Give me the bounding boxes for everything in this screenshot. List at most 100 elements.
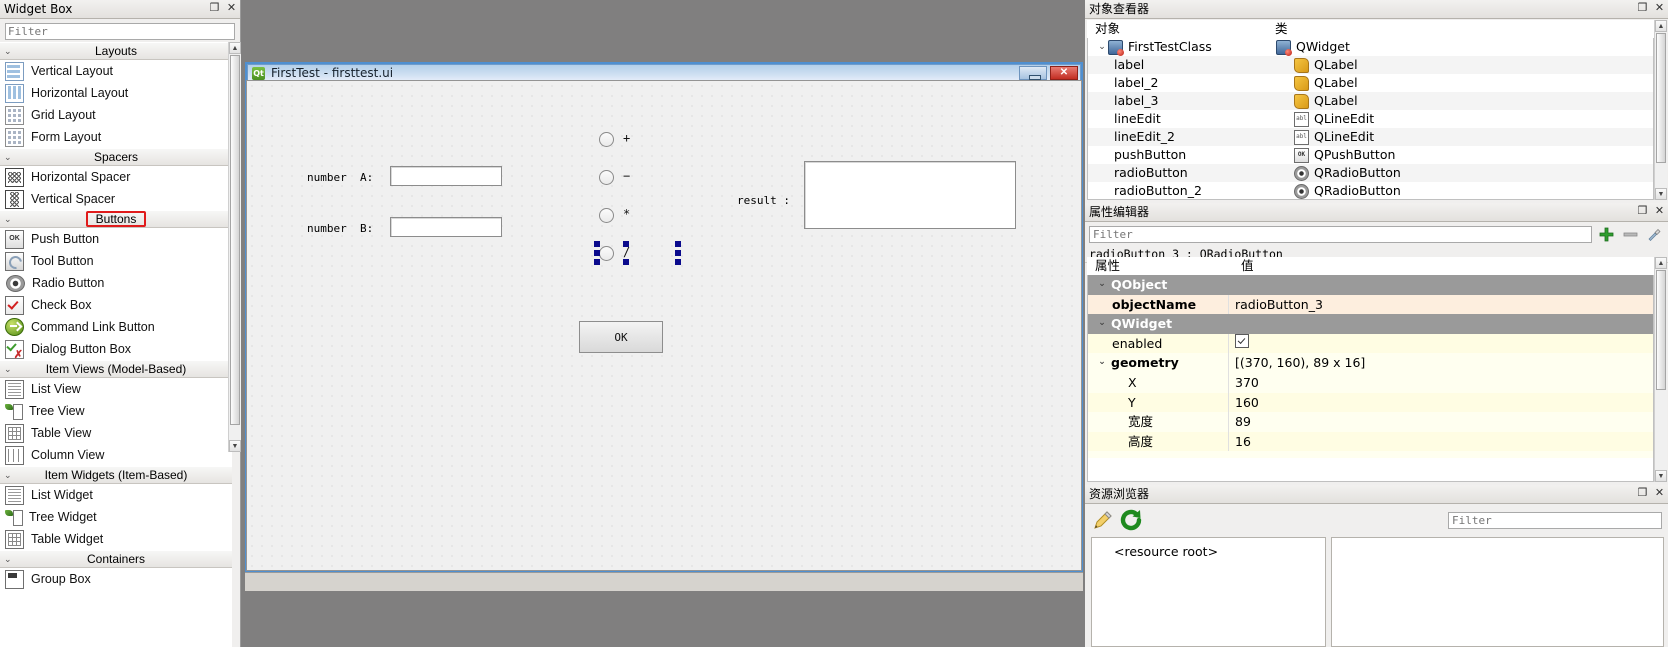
edit-resources-icon[interactable] — [1091, 508, 1115, 532]
object-row[interactable]: pushButton OK QPushButton — [1088, 146, 1653, 164]
object-row[interactable]: ⌄ FirstTestClass QWidget — [1088, 38, 1653, 56]
scroll-thumb[interactable] — [1656, 270, 1666, 390]
chevron-down-icon[interactable]: ⌄ — [1096, 275, 1108, 295]
scroll-up-arrow[interactable]: ▲ — [1655, 257, 1667, 269]
property-row[interactable]: Y 160 — [1088, 392, 1653, 413]
widget-item-tool-button[interactable]: Tool Button — [0, 250, 232, 272]
widget-item-tree-view[interactable]: Tree View — [0, 400, 232, 422]
selection-handle[interactable] — [594, 259, 600, 265]
scroll-thumb[interactable] — [230, 55, 240, 425]
selection-handle[interactable] — [675, 241, 681, 247]
widget-item-grid-layout[interactable]: Grid Layout — [0, 104, 232, 126]
property-row[interactable]: ⌄ QObject — [1088, 275, 1653, 295]
add-dynamic-property-button[interactable] — [1596, 225, 1616, 243]
radioButton_3[interactable] — [599, 208, 614, 223]
selection-handle[interactable] — [623, 241, 629, 247]
object-row[interactable]: lineEdit_2 abl QLineEdit — [1088, 128, 1653, 146]
enabled-checkbox[interactable] — [1235, 333, 1249, 348]
scroll-down-arrow[interactable]: ▼ — [1655, 470, 1667, 482]
property-row[interactable]: 高度 16 — [1088, 431, 1653, 452]
result-box[interactable] — [804, 161, 1016, 229]
radioButton_2[interactable] — [599, 170, 614, 185]
close-icon[interactable]: ✕ — [1654, 204, 1665, 217]
widget-item-form-layout[interactable]: Form Layout — [0, 126, 232, 148]
configure-button[interactable] — [1644, 225, 1664, 243]
property-filter[interactable] — [1089, 225, 1596, 243]
property-editor-scrollbar[interactable]: ▲ ▼ — [1654, 257, 1667, 482]
resource-filter[interactable] — [1448, 511, 1666, 529]
chevron-down-icon[interactable]: ⌄ — [1096, 314, 1108, 334]
property-row-partial[interactable] — [1088, 451, 1653, 459]
object-row[interactable]: label QLabel — [1088, 56, 1653, 74]
scroll-up-arrow[interactable]: ▲ — [229, 42, 241, 54]
widget-item-dialog-button-box[interactable]: Dialog Button Box — [0, 338, 232, 361]
form-title-bar[interactable]: Qt FirstTest - firsttest.ui ✕ — [247, 64, 1081, 81]
radioButton[interactable] — [599, 132, 614, 147]
float-button[interactable]: ❐ — [1637, 486, 1648, 499]
scroll-down-arrow[interactable]: ▼ — [229, 440, 241, 452]
lineEdit[interactable] — [390, 166, 502, 186]
radioButton_4[interactable] — [599, 246, 614, 261]
pushButton[interactable]: OK — [579, 321, 663, 353]
widget-item-push-button[interactable]: OK Push Button — [0, 228, 232, 250]
lineEdit_2[interactable] — [390, 217, 502, 237]
widget-category-layouts[interactable]: ⌄ Layouts — [0, 42, 232, 60]
object-row[interactable]: radioButton QRadioButton — [1088, 164, 1653, 182]
selection-handle[interactable] — [675, 250, 681, 256]
widget-item-table-widget[interactable]: Table Widget — [0, 528, 232, 550]
resource-preview-pane[interactable] — [1331, 537, 1664, 647]
widget-box-filter[interactable] — [5, 23, 238, 40]
object-row[interactable]: lineEdit abl QLineEdit — [1088, 110, 1653, 128]
scroll-down-arrow[interactable]: ▼ — [1655, 188, 1667, 200]
widget-item-vertical-layout[interactable]: Vertical Layout — [0, 60, 232, 82]
close-icon[interactable]: ✕ — [1654, 486, 1665, 499]
remove-dynamic-property-button[interactable] — [1620, 225, 1640, 243]
scroll-up-arrow[interactable]: ▲ — [1655, 20, 1667, 32]
object-row[interactable]: label_2 QLabel — [1088, 74, 1653, 92]
property-row[interactable]: enabled — [1088, 333, 1653, 354]
label-number-b[interactable]: number B: — [307, 222, 373, 235]
resource-root-item[interactable]: <resource root> — [1114, 544, 1218, 559]
close-icon[interactable]: ✕ — [1654, 1, 1665, 14]
widget-category-buttons[interactable]: ⌄ Buttons — [0, 210, 232, 228]
float-button[interactable]: ❐ — [1637, 204, 1648, 217]
float-button[interactable]: ❐ — [209, 1, 220, 14]
reload-icon[interactable] — [1119, 508, 1143, 532]
form-canvas[interactable]: number A: number B: result : + − * / OK — [246, 80, 1082, 571]
scroll-thumb[interactable] — [1656, 33, 1666, 163]
widget-category-containers[interactable]: ⌄ Containers — [0, 550, 232, 568]
filter-input[interactable] — [1090, 226, 1596, 242]
label-number-a[interactable]: number A: — [307, 171, 373, 184]
object-row[interactable]: label_3 QLabel — [1088, 92, 1653, 110]
widget-item-list-view[interactable]: List View — [0, 378, 232, 400]
property-row[interactable]: ⌄ geometry [(370, 160), 89 x 16] — [1088, 353, 1653, 373]
widget-item-group-box[interactable]: Group Box — [0, 568, 232, 590]
object-inspector-scrollbar[interactable]: ▲ ▼ — [1654, 20, 1667, 200]
chevron-down-icon[interactable]: ⌄ — [1096, 353, 1108, 373]
chevron-down-icon[interactable]: ⌄ — [1096, 38, 1108, 56]
close-button[interactable]: ✕ — [1050, 66, 1078, 80]
filter-input[interactable] — [1449, 512, 1666, 528]
resource-tree[interactable]: <resource root> — [1091, 537, 1326, 647]
minimize-button[interactable] — [1019, 66, 1047, 80]
widget-category-spacers[interactable]: ⌄ Spacers — [0, 148, 232, 166]
label-result[interactable]: result : — [737, 194, 790, 207]
widget-item-vertical-spacer[interactable]: Vertical Spacer — [0, 188, 232, 210]
selection-handle[interactable] — [594, 241, 600, 247]
float-button[interactable]: ❐ — [1637, 1, 1648, 14]
widget-item-list-widget[interactable]: List Widget — [0, 484, 232, 506]
property-row[interactable]: objectName radioButton_3 — [1088, 294, 1653, 315]
widget-item-tree-widget[interactable]: Tree Widget — [0, 506, 232, 528]
selection-handle[interactable] — [623, 259, 629, 265]
selection-handle[interactable] — [675, 259, 681, 265]
widget-item-column-view[interactable]: Column View — [0, 444, 232, 466]
widget-item-radio-button[interactable]: Radio Button — [0, 272, 232, 294]
filter-input[interactable] — [6, 24, 238, 39]
property-row[interactable]: ⌄ QWidget — [1088, 314, 1653, 334]
widget-item-horizontal-layout[interactable]: Horizontal Layout — [0, 82, 232, 104]
widget-item-command-link-button[interactable]: Command Link Button — [0, 316, 232, 338]
object-row[interactable]: radioButton_2 QRadioButton — [1088, 182, 1653, 199]
widget-item-check-box[interactable]: Check Box — [0, 294, 232, 316]
property-row[interactable]: X 370 — [1088, 372, 1653, 393]
selection-handle[interactable] — [594, 250, 600, 256]
